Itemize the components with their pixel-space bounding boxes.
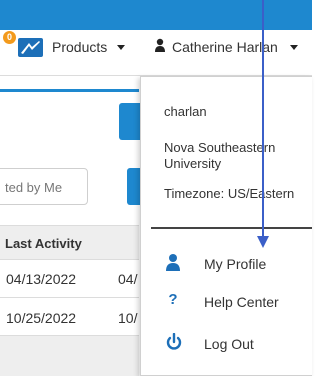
menu-item-label: Help Center	[204, 294, 279, 310]
table-cell: 10/	[118, 310, 138, 326]
dropdown-divider	[151, 227, 312, 229]
filter-select-value: ted by Me	[5, 180, 63, 195]
products-menu-label[interactable]: Products	[52, 39, 107, 55]
background-button[interactable]	[127, 168, 141, 205]
notification-badge[interactable]: 0	[3, 31, 16, 44]
dropdown-username: charlan	[164, 104, 207, 119]
menu-item-label: Log Out	[204, 336, 254, 352]
chevron-down-icon[interactable]	[290, 45, 298, 50]
last-activity-cell: 04/13/2022	[6, 271, 77, 287]
table-footer	[0, 336, 139, 376]
user-menu-name[interactable]: Catherine Harlan	[172, 39, 278, 55]
products-logo-icon[interactable]	[18, 38, 43, 57]
table-cell: 04/	[118, 271, 138, 287]
menu-item-label: My Profile	[204, 256, 267, 272]
menu-item-help-center[interactable]: ? Help Center	[141, 283, 312, 321]
background-button[interactable]	[119, 103, 141, 140]
user-icon[interactable]	[155, 38, 165, 52]
last-activity-cell: 10/25/2022	[6, 310, 77, 326]
menu-item-log-out[interactable]: Log Out	[141, 325, 312, 363]
top-banner	[0, 0, 312, 30]
chevron-down-icon[interactable]	[117, 45, 125, 50]
user-icon	[166, 253, 180, 271]
dropdown-timezone: Timezone: US/Eastern	[164, 186, 295, 201]
dropdown-organization: Nova Southeastern University	[164, 140, 276, 171]
question-mark-icon: ?	[168, 291, 178, 308]
column-header-last-activity[interactable]: Last Activity	[5, 236, 82, 251]
power-icon	[166, 332, 182, 351]
page-accent-line	[0, 89, 139, 92]
menu-item-my-profile[interactable]: My Profile	[141, 245, 312, 283]
